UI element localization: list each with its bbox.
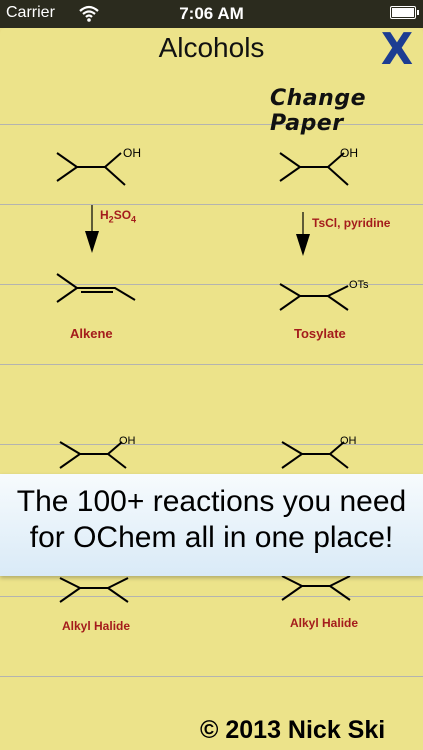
hydroxyl-group-label: OH (340, 146, 358, 160)
product-structure-tosylate (279, 283, 349, 311)
change-paper-button[interactable]: Change Paper (270, 86, 423, 136)
product-label-alkene: Alkene (70, 326, 113, 341)
x-icon[interactable]: X (381, 28, 413, 72)
product-structure-alkyl-halide-right (281, 575, 351, 601)
reagent-label: H2SO4 (100, 208, 137, 225)
product-label-tosylate: Tosylate (294, 326, 346, 341)
paper-rule (0, 364, 423, 365)
paper-rule (0, 204, 423, 205)
reaction-arrow-down (296, 212, 310, 256)
reaction-arrow-down (85, 205, 99, 253)
product-label-alkyl-halide: Alkyl Halide (62, 619, 131, 633)
reagent-label: TsCl, pyridine (312, 216, 391, 230)
product-structure-alkyl-halide-left (59, 577, 129, 603)
page-title: Alcohols (158, 32, 265, 63)
status-time: 7:06 AM (179, 4, 244, 23)
paper-rule (0, 676, 423, 677)
product-structure-alkene (56, 273, 136, 303)
hydroxyl-group-label: OH (340, 435, 357, 447)
tosylate-group-label: OTs (349, 279, 369, 291)
status-bar: Carrier 7:06 AM (0, 0, 423, 28)
promo-banner: The 100+ reactions you need for OChem al… (0, 474, 423, 576)
hydroxyl-group-label: OH (119, 435, 136, 447)
battery-icon (390, 6, 419, 19)
copyright-text: © 2013 Nick Ski (200, 716, 386, 744)
promo-text: The 100+ reactions you need for OChem al… (16, 485, 407, 554)
notepad-paper (0, 28, 423, 750)
product-label-alkyl-halide: Alkyl Halide (290, 616, 359, 630)
hydroxyl-group-label: OH (123, 146, 141, 160)
